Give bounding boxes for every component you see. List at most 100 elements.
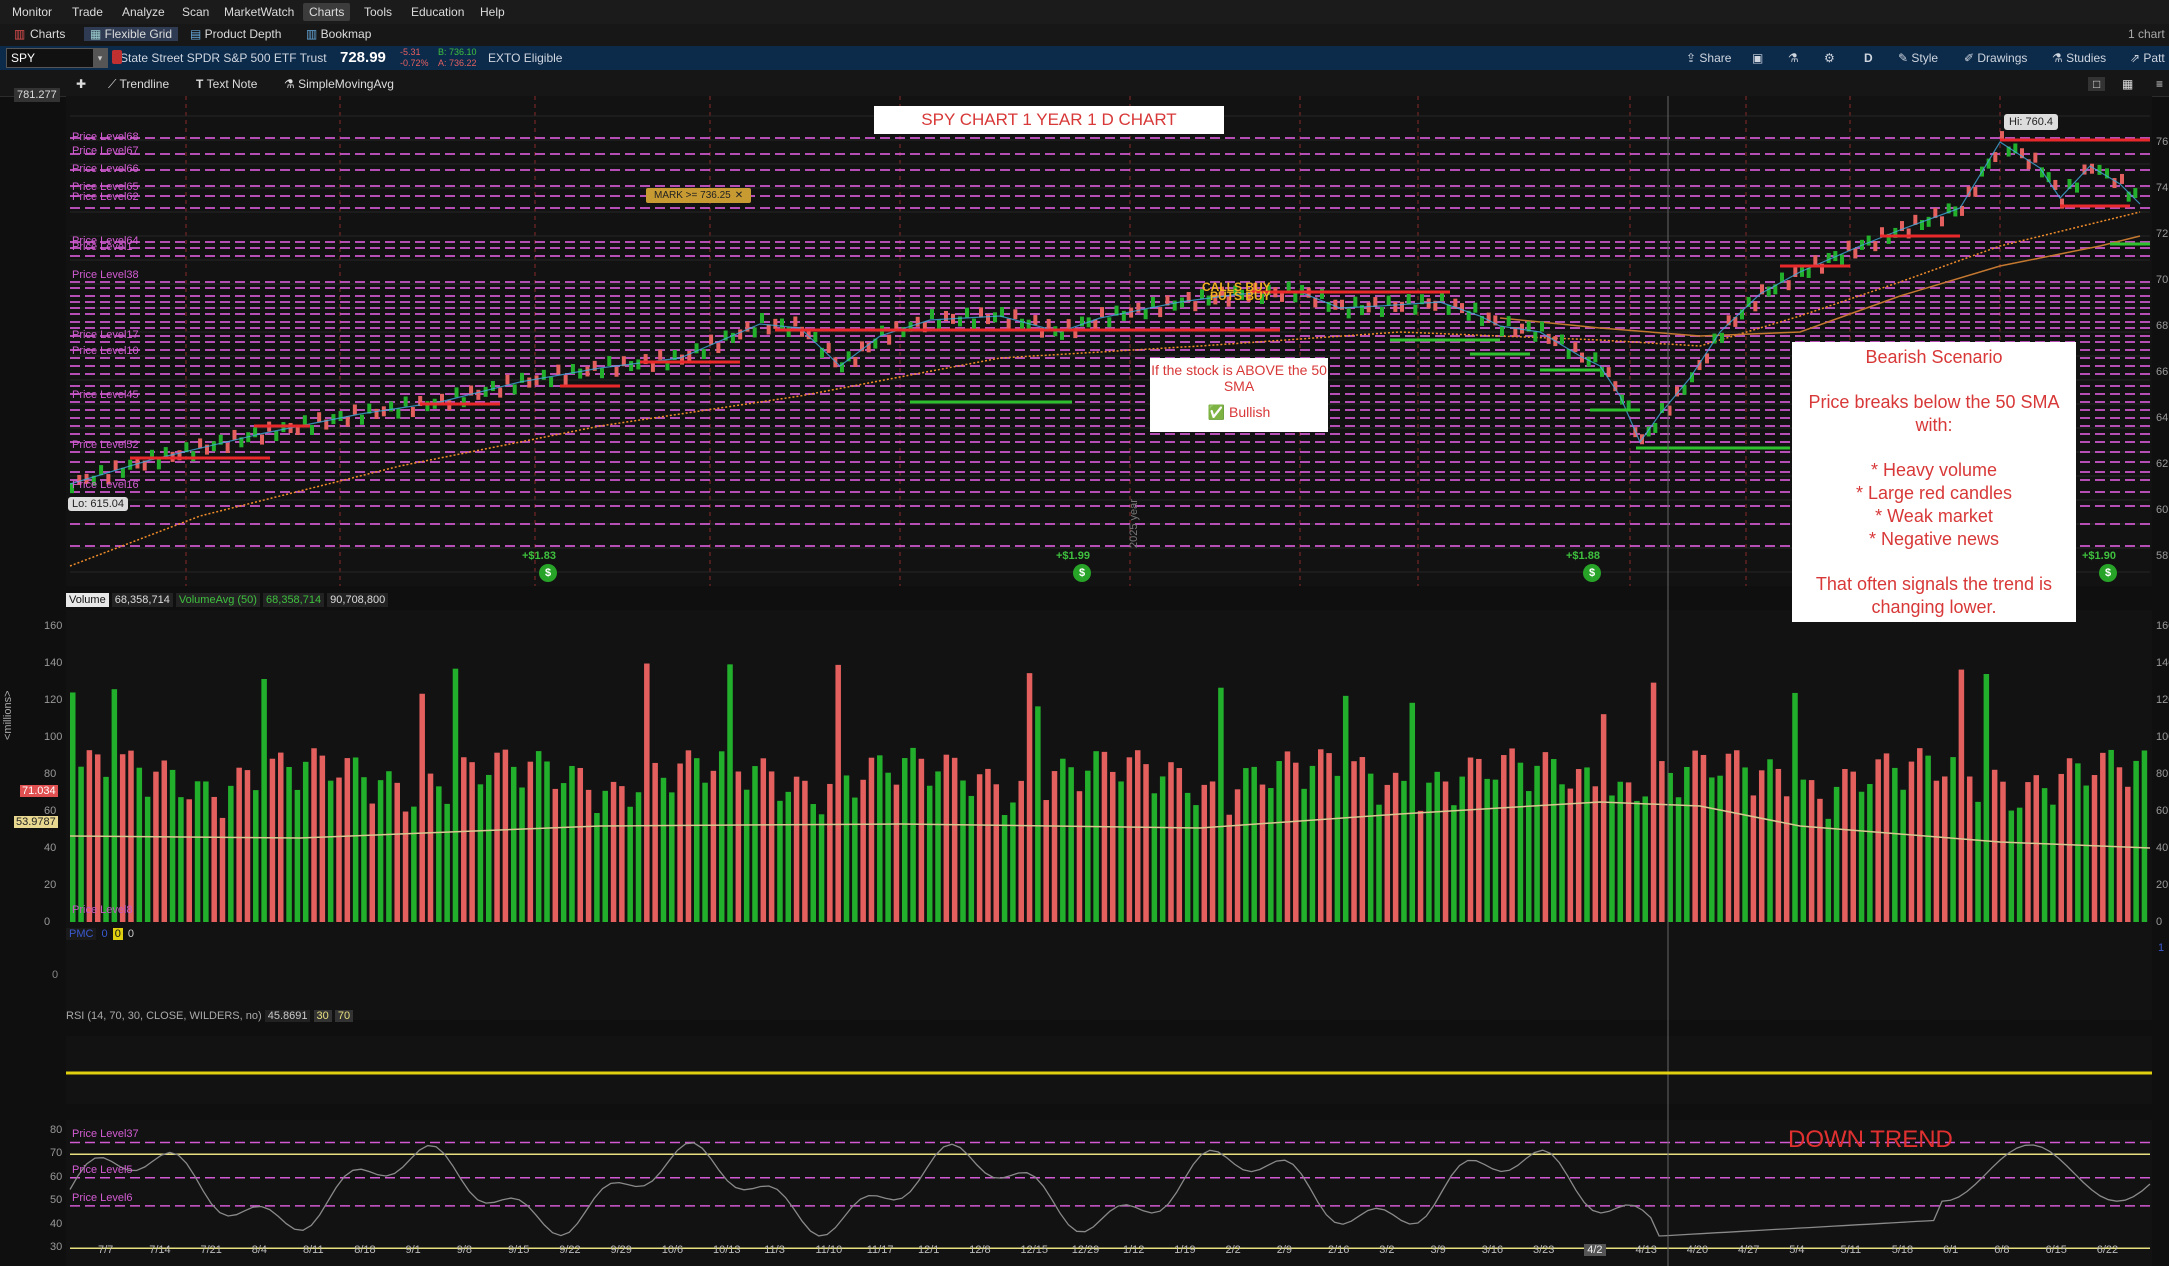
price-candle bbox=[766, 324, 771, 335]
pin-icon[interactable]: ✚ bbox=[76, 77, 86, 91]
menu-trade[interactable]: Trade bbox=[66, 3, 109, 21]
camera-icon[interactable]: ▣ bbox=[1752, 51, 1763, 65]
price-candle bbox=[225, 442, 230, 453]
price-candle bbox=[1013, 309, 1018, 320]
trendline-tool[interactable]: ⟋ Trendline bbox=[108, 77, 169, 92]
price-candle bbox=[1506, 316, 1511, 327]
flask-icon[interactable]: ⚗ bbox=[1788, 51, 1799, 65]
menu-charts[interactable]: Charts bbox=[303, 3, 351, 21]
close-icon[interactable]: ✕ bbox=[735, 190, 743, 201]
date-tick: 2/2 bbox=[1225, 1244, 1241, 1256]
bearish-point: * Heavy volume bbox=[1870, 460, 1998, 480]
price-candle bbox=[1813, 255, 1818, 266]
volume-bar bbox=[544, 761, 550, 922]
beaker-icon: ⚗ bbox=[2052, 51, 2067, 65]
price-level-label: Price Level16 bbox=[72, 479, 139, 491]
volume-bar bbox=[1085, 770, 1091, 922]
volume-bar bbox=[411, 806, 417, 922]
volume-bar bbox=[153, 771, 159, 922]
volume-bar bbox=[1725, 753, 1732, 922]
bearish-point: * Large red candles bbox=[1855, 483, 2013, 503]
share-button[interactable]: ⇪ Share bbox=[1686, 51, 1731, 65]
patterns-button[interactable]: ⇗ Patt bbox=[2130, 51, 2165, 65]
price-candle bbox=[1866, 235, 1871, 246]
pmc-header: PMC 0 0 0 bbox=[66, 928, 136, 940]
menu-scan[interactable]: Scan bbox=[176, 3, 215, 21]
menu-tools[interactable]: Tools bbox=[358, 3, 398, 21]
tab-product-depth[interactable]: ▤ Product Depth bbox=[190, 27, 281, 41]
volume-avg-label[interactable]: VolumeAvg (50) bbox=[175, 593, 260, 607]
volume-bar bbox=[294, 789, 301, 922]
price-candle bbox=[1560, 334, 1564, 345]
menu-analyze[interactable]: Analyze bbox=[116, 3, 171, 21]
price-candle bbox=[198, 438, 203, 449]
low-label: Lo: 615.04 bbox=[68, 497, 128, 511]
link-icon[interactable] bbox=[112, 50, 122, 64]
patterns-label: Patt bbox=[2143, 51, 2165, 65]
menu-monitor[interactable]: Monitor bbox=[6, 3, 58, 21]
price-candle bbox=[636, 359, 641, 370]
date-tick: 4/20 bbox=[1686, 1244, 1709, 1256]
bullish-note: If the stock is ABOVE the 50 SMA ✅ Bulli… bbox=[1150, 358, 1328, 432]
volume-axis-tick: 160 bbox=[44, 620, 63, 632]
drawings-button[interactable]: ✐ Drawings bbox=[1964, 51, 2027, 65]
sma-tool[interactable]: ⚗ SimpleMovingAvg bbox=[284, 77, 394, 91]
volume-bar bbox=[710, 770, 717, 922]
volume-bar bbox=[1958, 669, 1965, 922]
style-button[interactable]: ✎ Style bbox=[1898, 51, 1938, 65]
share-icon: ⇪ bbox=[1686, 51, 1700, 65]
volume-bar bbox=[1110, 771, 1116, 922]
chart-area[interactable] bbox=[0, 96, 2169, 1266]
volume-bar bbox=[1434, 771, 1440, 922]
volume-bar bbox=[935, 771, 941, 922]
rsi-header: RSI (14, 70, 30, CLOSE, WILDERS, no) 45.… bbox=[66, 1010, 354, 1022]
volume-bar bbox=[1534, 765, 1540, 922]
volume-bar bbox=[1950, 757, 1956, 922]
volume-bar bbox=[1484, 778, 1490, 922]
text-note-tool[interactable]: T Text Note bbox=[196, 77, 257, 91]
aggregation-button[interactable]: D bbox=[1864, 51, 1873, 65]
volume-bar bbox=[386, 771, 392, 922]
studies-button[interactable]: ⚗ Studies bbox=[2052, 51, 2106, 65]
volume-bar bbox=[1767, 759, 1773, 922]
menu-help[interactable]: Help bbox=[474, 3, 511, 21]
rsi-label[interactable]: RSI (14, 70, 30, CLOSE, WILDERS, no) bbox=[66, 1010, 262, 1022]
date-tick: 7/21 bbox=[200, 1244, 222, 1256]
volume-bar bbox=[269, 758, 276, 922]
volume-bar bbox=[203, 781, 209, 922]
volume-label[interactable]: Volume bbox=[66, 593, 109, 607]
symbol-input[interactable]: SPY ▾ bbox=[6, 48, 108, 68]
date-tick: 11/17 bbox=[866, 1244, 894, 1256]
menu-education[interactable]: Education bbox=[405, 3, 470, 21]
date-tick: 9/22 bbox=[559, 1244, 581, 1256]
price-candle bbox=[709, 334, 714, 345]
single-layout-icon[interactable]: □ bbox=[2088, 77, 2106, 91]
volume-bar bbox=[1526, 791, 1532, 922]
mark-alert[interactable]: MARK >= 736.25 ✕ bbox=[646, 188, 752, 203]
price-candle bbox=[1046, 318, 1051, 329]
gear-icon[interactable]: ⚙ bbox=[1824, 51, 1835, 65]
menu-marketwatch[interactable]: MarketWatch bbox=[218, 3, 300, 21]
tab-flexible-grid[interactable]: ▦ Flexible Grid bbox=[84, 27, 179, 41]
date-tick: 10/13 bbox=[713, 1244, 741, 1256]
volume-axis-tick: 20 bbox=[44, 879, 57, 891]
volume-bar bbox=[1326, 753, 1332, 922]
tab-charts[interactable]: Charts bbox=[30, 27, 65, 41]
volume-bar bbox=[336, 777, 342, 922]
menu-icon[interactable]: ≡ bbox=[2156, 77, 2163, 91]
chevron-down-icon[interactable]: ▾ bbox=[93, 49, 107, 67]
volume-axis-tick: 0 bbox=[2156, 916, 2163, 928]
volume-bar bbox=[94, 754, 101, 922]
tab-bookmap[interactable]: ▥ Bookmap bbox=[306, 27, 371, 41]
volume-bar bbox=[2075, 763, 2081, 922]
volume-bar bbox=[1376, 804, 1382, 922]
pmc-label[interactable]: PMC bbox=[66, 928, 97, 940]
grid-layout-icon[interactable]: ▦ bbox=[2122, 77, 2133, 91]
price-candle bbox=[274, 431, 279, 442]
price-candle bbox=[658, 349, 663, 360]
date-tick: 6/1 bbox=[1943, 1244, 1959, 1256]
volume-bar bbox=[2016, 807, 2023, 922]
volume-bar bbox=[1226, 814, 1232, 922]
volume-bar bbox=[1509, 748, 1515, 922]
volume-bar bbox=[685, 750, 692, 922]
